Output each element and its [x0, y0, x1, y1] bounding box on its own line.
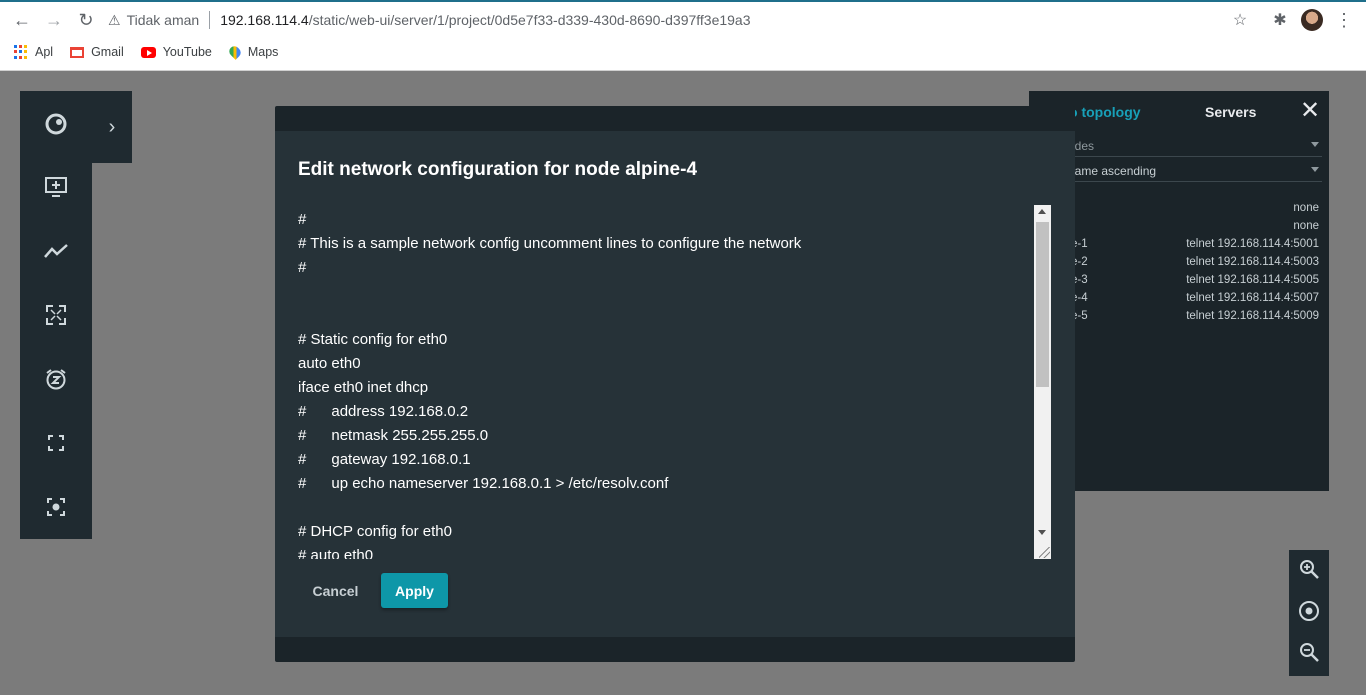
config-line: #: [298, 259, 307, 276]
chevron-down-icon: [1311, 167, 1319, 172]
sort-select-value: name ascending: [1068, 164, 1157, 178]
config-line: # up echo nameserver 192.168.0.1 > /etc/…: [298, 475, 669, 492]
back-icon[interactable]: ←: [10, 8, 34, 32]
node-row[interactable]: e-4 telnet 192.168.114.4:5007: [1071, 292, 1321, 310]
fullscreen-icon[interactable]: [20, 411, 92, 475]
config-line: # DHCP config for eth0: [298, 523, 452, 540]
gmail-icon: [70, 46, 85, 58]
line-chart-icon[interactable]: [20, 219, 92, 283]
bookmark-youtube[interactable]: YouTube: [140, 45, 212, 59]
resize-grip-icon[interactable]: [1039, 547, 1050, 558]
node-console: none: [1293, 220, 1319, 232]
filter-select[interactable]: odes: [1068, 139, 1322, 157]
node-row[interactable]: none: [1071, 202, 1321, 220]
config-line: iface eth0 inet dhcp: [298, 379, 429, 396]
forward-icon[interactable]: →: [42, 8, 66, 32]
node-row[interactable]: none: [1071, 220, 1321, 238]
star-icon[interactable]: ☆: [1228, 8, 1252, 32]
close-icon[interactable]: ✕: [1300, 99, 1320, 123]
node-console: telnet 192.168.114.4:5001: [1186, 238, 1319, 250]
bookmark-label: YouTube: [162, 45, 212, 59]
apps-icon: [14, 45, 28, 59]
reload-icon[interactable]: ↻: [74, 8, 98, 32]
bookmark-maps[interactable]: Maps: [227, 44, 279, 60]
config-line: auto eth0: [298, 355, 361, 372]
reset-zoom-icon[interactable]: [1289, 591, 1329, 631]
config-textarea[interactable]: # # This is a sample network config unco…: [289, 205, 1051, 559]
bookmarks-bar: Apl Gmail YouTube Maps: [14, 42, 295, 62]
not-secure-label: Tidak aman: [126, 12, 200, 28]
bookmark-label: Apl: [35, 45, 54, 59]
address-bar[interactable]: ⚠ Tidak aman 192.168.114.4 /static/web-u…: [108, 6, 1258, 34]
config-line: [298, 304, 1028, 328]
node-console: telnet 192.168.114.4:5003: [1186, 256, 1319, 268]
address-separator: [209, 11, 211, 29]
zoom-out-icon[interactable]: [1289, 632, 1329, 672]
bookmark-label: Maps: [247, 45, 279, 59]
gns3-logo-icon[interactable]: [20, 92, 92, 156]
snooze-icon[interactable]: [20, 347, 92, 411]
chevron-right-icon[interactable]: ›: [92, 91, 132, 163]
extensions-icon[interactable]: ✱: [1268, 8, 1292, 32]
config-line: # This is a sample network config uncomm…: [298, 235, 802, 252]
config-line: # netmask 255.255.255.0: [298, 427, 489, 444]
bookmark-label: Gmail: [91, 45, 124, 59]
config-line: [298, 280, 1028, 304]
fit-screen-icon[interactable]: [20, 283, 92, 347]
config-line: # auto eth0: [298, 547, 374, 559]
url-host: 192.168.114.4: [220, 12, 309, 28]
node-console: telnet 192.168.114.4:5007: [1186, 292, 1319, 304]
maps-icon: [227, 44, 243, 60]
node-console: telnet 192.168.114.4:5009: [1186, 310, 1319, 322]
warning-icon: ⚠: [108, 11, 121, 28]
tab-servers[interactable]: Servers: [1205, 104, 1256, 120]
apply-button[interactable]: Apply: [381, 573, 448, 608]
config-line: [298, 496, 1028, 520]
scroll-up-arrow-icon[interactable]: [1038, 209, 1046, 214]
tab-topology[interactable]: o topology: [1069, 104, 1141, 120]
node-row[interactable]: e-5 telnet 192.168.114.4:5009: [1071, 310, 1321, 328]
config-line: # Static config for eth0: [298, 331, 448, 348]
config-line: # address 192.168.0.2: [298, 403, 469, 420]
zoom-in-icon[interactable]: [1289, 549, 1329, 589]
sort-select[interactable]: name ascending: [1068, 164, 1322, 182]
screenshot-icon[interactable]: [20, 475, 92, 539]
url-path: /static/web-ui/server/1/project/0d5e7f33…: [308, 12, 751, 28]
config-line: # gateway 192.168.0.1: [298, 451, 471, 468]
node-row[interactable]: e-3 telnet 192.168.114.4:5005: [1071, 274, 1321, 292]
profile-avatar[interactable]: [1301, 9, 1323, 31]
dialog-title: Edit network configuration for node alpi…: [298, 159, 698, 180]
add-monitor-icon[interactable]: [20, 155, 92, 219]
config-lines: # # This is a sample network config unco…: [298, 208, 1028, 559]
chevron-down-icon: [1311, 142, 1319, 147]
config-line: #: [298, 211, 307, 228]
youtube-icon: [140, 46, 156, 58]
browser-menu-icon[interactable]: ⋮: [1334, 8, 1354, 32]
node-console: telnet 192.168.114.4:5005: [1186, 274, 1319, 286]
bookmark-apps[interactable]: Apl: [14, 45, 53, 59]
node-row[interactable]: e-1 telnet 192.168.114.4:5001: [1071, 238, 1321, 256]
scroll-down-arrow-icon[interactable]: [1038, 530, 1046, 535]
editor-scrollbar-thumb[interactable]: [1036, 222, 1049, 387]
node-console: none: [1293, 202, 1319, 214]
node-row[interactable]: e-2 telnet 192.168.114.4:5003: [1071, 256, 1321, 274]
tabstrip-line: [0, 0, 1366, 2]
bookmark-gmail[interactable]: Gmail: [70, 45, 124, 59]
cancel-button[interactable]: Cancel: [302, 573, 369, 608]
